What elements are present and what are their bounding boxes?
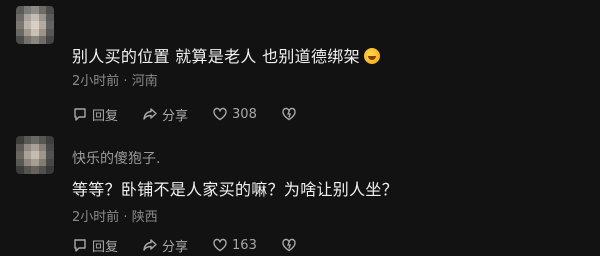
comment-location: 陕西 xyxy=(131,210,158,225)
dislike-button[interactable] xyxy=(281,106,297,122)
dislike-icon xyxy=(282,107,296,121)
comment-meta: 2小时前 · 河南 xyxy=(72,70,158,89)
share-button[interactable]: 分享 xyxy=(142,236,188,255)
reply-label: 回复 xyxy=(92,108,119,124)
comment-item: 快乐的傻狍子. 等等？卧铺不是人家买的嘛？为啥让别人坐？ 2小时前 · 陕西 回… xyxy=(0,128,600,256)
username[interactable]: 快乐的傻狍子. xyxy=(72,148,160,168)
share-label: 分享 xyxy=(162,108,189,124)
comment-time: 2小时前 xyxy=(72,74,120,89)
reply-button[interactable]: 回复 xyxy=(72,236,118,255)
heart-icon xyxy=(213,238,227,252)
heart-icon xyxy=(213,107,227,121)
meta-separator: · xyxy=(119,74,132,89)
laughing-emoji-icon xyxy=(363,48,380,64)
like-button[interactable]: 163 xyxy=(212,237,257,253)
comment-time: 2小时前 xyxy=(72,210,120,225)
comment-meta: 2小时前 · 陕西 xyxy=(72,206,158,225)
reply-icon xyxy=(74,239,86,252)
comment-item: 别人买的位置 就算是老人 也别道德绑架 2小时前 · 河南 回复 分享 308 xyxy=(0,0,600,128)
avatar[interactable] xyxy=(16,136,54,174)
share-icon xyxy=(143,239,157,251)
comment-text: 别人买的位置 就算是老人 也别道德绑架 xyxy=(72,43,380,67)
comment-text: 等等？卧铺不是人家买的嘛？为啥让别人坐？ xyxy=(72,180,399,199)
comment-location: 河南 xyxy=(131,74,158,89)
like-button[interactable]: 308 xyxy=(212,106,257,122)
reply-label: 回复 xyxy=(92,239,119,255)
dislike-button[interactable] xyxy=(281,237,297,253)
share-button[interactable]: 分享 xyxy=(142,105,188,124)
comment-actions: 回复 分享 163 xyxy=(72,235,321,255)
share-icon xyxy=(143,108,157,120)
like-count: 308 xyxy=(232,106,257,122)
share-label: 分享 xyxy=(162,239,189,255)
dislike-icon xyxy=(282,238,296,252)
comment-actions: 回复 分享 308 xyxy=(72,104,321,124)
avatar[interactable] xyxy=(16,6,54,44)
meta-separator: · xyxy=(119,210,132,225)
like-count: 163 xyxy=(232,237,257,253)
reply-button[interactable]: 回复 xyxy=(72,105,118,124)
reply-icon xyxy=(74,108,86,121)
